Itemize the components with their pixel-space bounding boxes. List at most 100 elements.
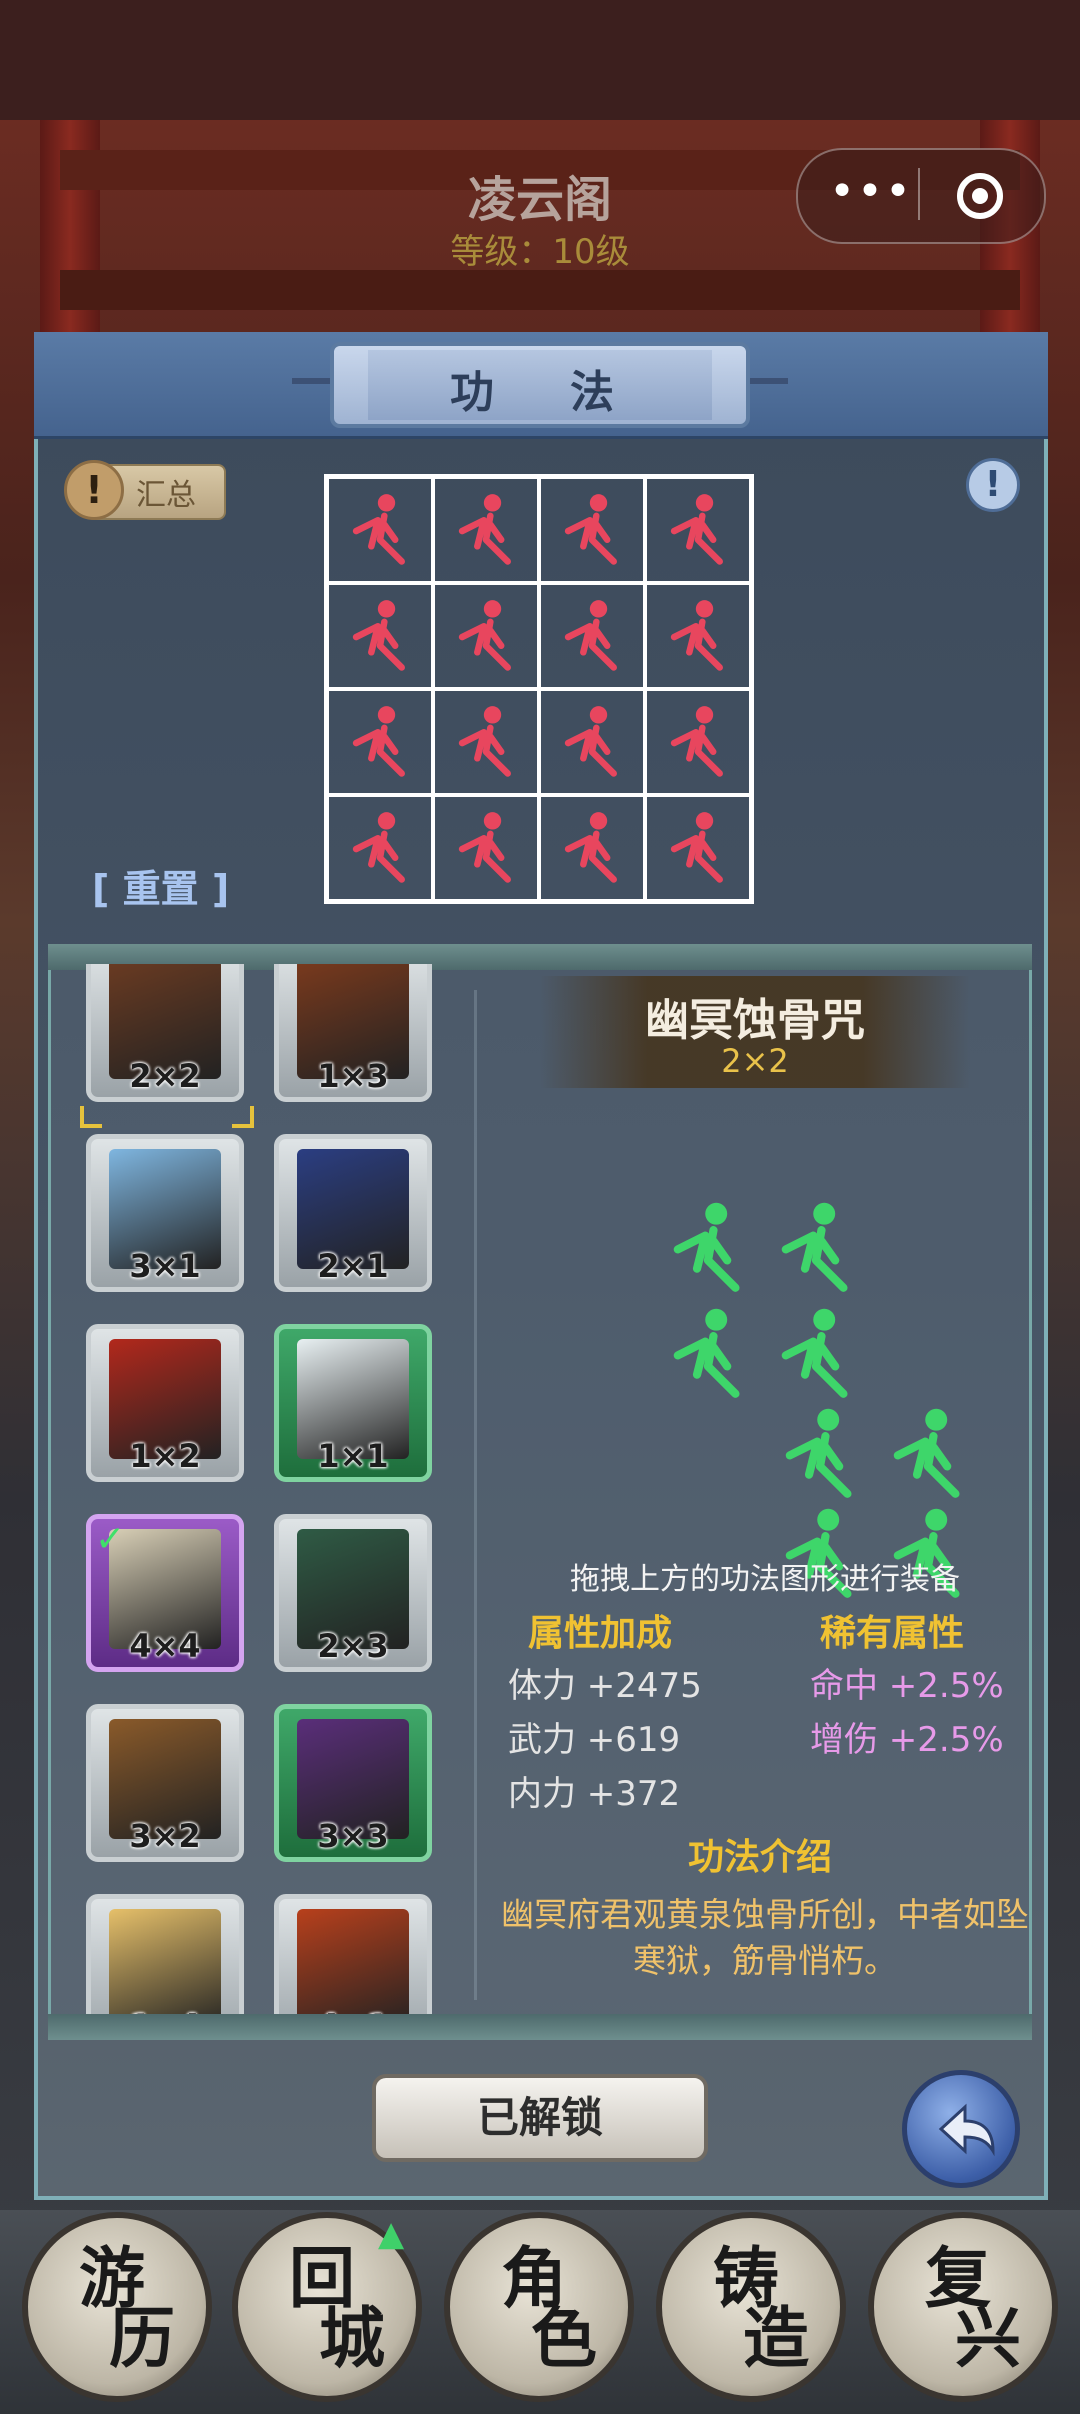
book-size-label: 3×3 [317, 1817, 389, 1855]
grid-cell[interactable] [327, 689, 433, 795]
stick-figure-icon [673, 1308, 740, 1398]
stat-inner-power: 内力 +372 [508, 1774, 681, 1814]
grid-cell[interactable] [327, 795, 433, 901]
nav-return-city-label: 回城 [289, 2239, 395, 2377]
skill-book-card[interactable]: 4×1 [274, 1894, 432, 2014]
grid-cell[interactable] [645, 689, 751, 795]
back-button[interactable] [902, 2070, 1020, 2188]
stick-figure-icon [893, 1408, 960, 1498]
book-size-label: 3×2 [129, 1817, 201, 1855]
summary-label: 汇总 [136, 478, 196, 513]
rare-heading: 稀有属性 [820, 1613, 965, 1654]
stick-figure-icon [352, 600, 405, 671]
stick-figure-icon [673, 1202, 740, 1292]
stick-figure-icon [458, 812, 511, 883]
status-bar [0, 0, 1080, 120]
grid-cell[interactable] [645, 795, 751, 901]
attr-heading: 属性加成 [528, 1613, 673, 1654]
stick-figure-icon [564, 706, 617, 777]
stick-figure-icon [781, 1308, 848, 1398]
skill-book-card[interactable]: 1×1 [274, 1324, 432, 1482]
skill-book-list[interactable]: 2×2 1×3 3×1 2×1 1×2 1×1 4×4 ✓ 2×3 3×2 3×3 1×4 4×1 [60, 964, 460, 2014]
selection-corner [232, 1106, 254, 1128]
close-mini-program-icon[interactable] [954, 170, 1006, 222]
grid-cell[interactable] [539, 689, 645, 795]
stick-figure-icon [670, 812, 723, 883]
grid-cell[interactable] [433, 583, 539, 689]
grid-cell[interactable] [645, 583, 751, 689]
skill-book-card[interactable]: 2×3 [274, 1514, 432, 1672]
list-divider [474, 990, 477, 2000]
roof-beam-lower [60, 270, 1020, 310]
stat-stamina: 体力 +2475 [508, 1666, 702, 1706]
skill-book-card[interactable]: 2×2 [86, 964, 244, 1102]
nav-revive-label: 复兴 [925, 2239, 1031, 2377]
stat-strength: 武力 +619 [508, 1720, 681, 1760]
skill-book-card[interactable]: 1×3 [274, 964, 432, 1102]
grid-cell[interactable] [433, 477, 539, 583]
grid-cell[interactable] [327, 583, 433, 689]
rare-stat-hit: 命中 +2.5% [810, 1666, 1004, 1706]
back-arrow-icon [938, 2103, 995, 2157]
book-size-label: 4×1 [279, 2007, 427, 2014]
more-icon[interactable]: ••• [826, 168, 916, 220]
skill-book-card[interactable]: 1×2 [86, 1324, 244, 1482]
stick-figure-icon [352, 812, 405, 883]
detail-size: 2×2 [721, 1042, 789, 1080]
stick-figure-icon [781, 1202, 848, 1292]
info-icon[interactable]: ! [966, 458, 1020, 512]
book-size-label: 2×3 [317, 1627, 389, 1665]
grid-cell[interactable] [539, 583, 645, 689]
stick-figure-icon [564, 494, 617, 565]
book-size-label: 4×4 [129, 1627, 201, 1665]
skill-book-card[interactable]: 4×4 ✓ [86, 1514, 244, 1672]
stick-figure-icon [670, 600, 723, 671]
reset-button[interactable]: [ 重置 ] [92, 858, 229, 913]
stick-figure-icon [670, 494, 723, 565]
intro-heading: 功法介绍 [687, 1837, 832, 1878]
book-size-label: 1×3 [317, 1057, 389, 1095]
exclamation-icon: ! [64, 460, 124, 520]
book-size-label: 2×1 [317, 1247, 389, 1285]
drag-hint: 拖拽上方的功法图形进行装备 [570, 1562, 960, 1597]
equipped-check-icon: ✓ [95, 1519, 126, 1560]
capsule-divider [918, 168, 920, 220]
stick-figure-icon [785, 1408, 852, 1498]
selection-corner [80, 1106, 102, 1128]
book-size-label: 1×1 [317, 1437, 389, 1475]
stick-figure-icon [352, 494, 405, 565]
nav-travel-label: 游历 [79, 2239, 185, 2377]
stick-figure-icon [458, 600, 511, 671]
stick-figure-icon [564, 600, 617, 671]
book-size-label: 1×2 [129, 1437, 201, 1475]
skill-book-card[interactable]: 3×3 [274, 1704, 432, 1862]
nav-upgrade-badge-icon: ▲ [378, 2214, 405, 2254]
grid-cell[interactable] [645, 477, 751, 583]
nav-character-label: 角色 [501, 2239, 607, 2377]
book-size-label: 2×2 [129, 1057, 201, 1095]
skill-book-card[interactable]: 1×4 [86, 1894, 244, 2014]
book-cover-image [109, 1909, 221, 2014]
grid-cell[interactable] [539, 477, 645, 583]
nav-forge-label: 铸造 [713, 2239, 819, 2377]
stick-figure-icon [458, 706, 511, 777]
equip-grid[interactable] [324, 474, 754, 904]
detail-name: 幽冥蚀骨咒 [645, 995, 865, 1046]
section-bottom-rail [48, 2014, 1032, 2040]
stick-figure-icon [352, 706, 405, 777]
unlocked-button[interactable]: 已解锁 [372, 2074, 708, 2162]
grid-cell[interactable] [539, 795, 645, 901]
grid-cell[interactable] [433, 795, 539, 901]
intro-text: 幽冥府君观黄泉蚀骨所创，中者如坠寒狱，筋骨悄朽。 [501, 1895, 1029, 1980]
book-size-label: 3×1 [129, 1247, 201, 1285]
panel-title: 功 法 [450, 367, 630, 418]
book-cover-image [297, 1909, 409, 2014]
skill-book-card[interactable]: 2×1 [274, 1134, 432, 1292]
grid-cell[interactable] [327, 477, 433, 583]
skill-book-card[interactable]: 3×1 [86, 1134, 244, 1292]
stick-figure-icon [670, 706, 723, 777]
grid-cell[interactable] [433, 689, 539, 795]
stick-figure-icon [564, 812, 617, 883]
skill-book-card[interactable]: 3×2 [86, 1704, 244, 1862]
stick-figure-icon [458, 494, 511, 565]
